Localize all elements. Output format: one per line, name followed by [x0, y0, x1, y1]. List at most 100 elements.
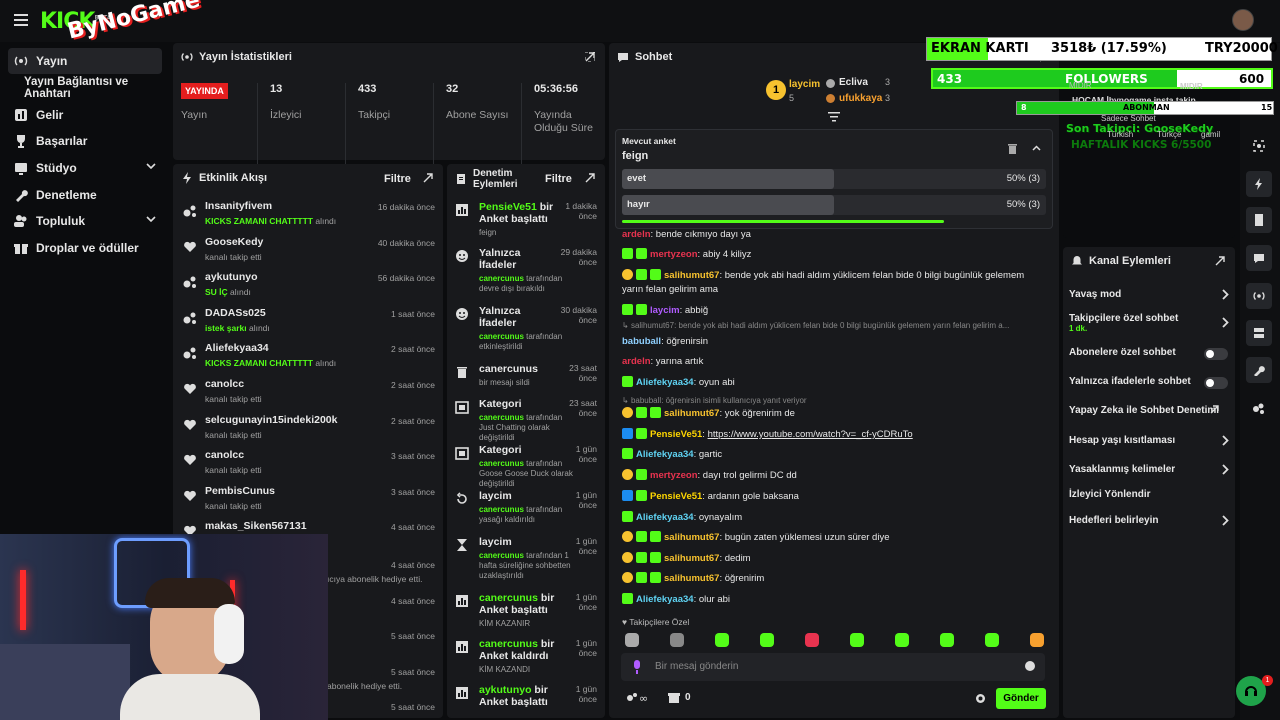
toggle-switch[interactable]	[1204, 377, 1228, 389]
channel-action-item[interactable]: Abonelere özel sohbet	[1069, 347, 1229, 361]
chat-username[interactable]: mertyzeon	[650, 249, 698, 260]
chat-message[interactable]: Aliefekyaa34: oynayalım	[622, 511, 1047, 525]
activity-item[interactable]: DADASs025 istek şarkı alındı 1 saat önce	[181, 307, 435, 339]
focus-icon[interactable]	[1253, 140, 1265, 152]
emote-icon[interactable]	[760, 633, 774, 647]
moderation-moderator[interactable]: canercunus	[479, 413, 524, 422]
chat-message[interactable]: ardeln: bende cıkmıyo dayı ya	[622, 228, 1047, 242]
chat-username[interactable]: Aliefekyaa34	[636, 512, 694, 523]
avatar[interactable]	[1232, 9, 1254, 31]
chat-username[interactable]: mertyzeon	[650, 470, 698, 481]
moderation-item[interactable]: laycim canercunus tarafından 1 hafta süre…	[455, 536, 597, 580]
chevron-up-icon[interactable]	[1032, 145, 1041, 151]
poll-option[interactable]: hayır 50% (3)	[622, 195, 1046, 215]
leader-name[interactable]: Ecliva	[839, 77, 868, 88]
moderation-actor[interactable]: canercunus	[479, 592, 538, 604]
moderation-item[interactable]: Kategori canercunus tarafından Just Chatt…	[455, 398, 597, 442]
chat-link[interactable]: https://www.youtube.com/watch?v=_cf-yCDR…	[708, 429, 913, 440]
chat-message[interactable]: laycim: abbiğ	[622, 304, 1047, 318]
activity-username[interactable]: makas_Siken567131	[205, 520, 307, 532]
moderation-moderator[interactable]: canercunus	[479, 459, 524, 468]
layout-toggle-button[interactable]	[1246, 320, 1272, 346]
activity-item[interactable]: Insanityfivem KICKS ZAMANI CHATTTTT alınd…	[181, 200, 435, 232]
emoji-icon[interactable]	[1025, 661, 1035, 671]
chat-message[interactable]: mertyzeon: dayı trol gelirmi DC dd	[622, 469, 1047, 483]
chat-username[interactable]: salihumut67	[664, 532, 719, 543]
moderation-item[interactable]: canercunus bir Anket başlattı KİM KAZANIR…	[455, 592, 597, 636]
chat-message[interactable]: salihumut67: bende yok abi hadi aldım yü…	[622, 269, 1047, 297]
chat-toggle-button[interactable]	[1246, 245, 1272, 271]
pinned-indicator-icon[interactable]	[828, 112, 840, 122]
popout-icon[interactable]	[585, 173, 595, 183]
chat-message[interactable]: salihumut67: öğrenirim	[622, 572, 1047, 586]
wrench-toggle-button[interactable]	[1246, 357, 1272, 383]
emote-icon[interactable]	[670, 633, 684, 647]
chat-message[interactable]: mertyzeon: abiy 4 kiliyz	[622, 248, 1047, 262]
activity-item[interactable]: canolcc kanalı takip etti 2 saat önce	[181, 378, 435, 410]
activity-item[interactable]: PembisCunus kanalı takip etti 3 saat önce	[181, 485, 435, 517]
activity-username[interactable]: selcugunayin15indeki200k	[205, 414, 337, 426]
moderation-moderator[interactable]: canercunus	[479, 332, 524, 341]
chat-username[interactable]: PensieVe51	[650, 429, 702, 440]
reply-context[interactable]: ↳ salihumut67: bende yok abi hadi aldım …	[622, 321, 1047, 330]
broadcast-toggle-button[interactable]	[1246, 283, 1272, 309]
kicks-icon[interactable]: ∞	[625, 692, 655, 704]
sidebar-item-studyo[interactable]: Stüdyo	[8, 155, 162, 181]
chat-username[interactable]: ardeln	[622, 229, 651, 240]
chat-message[interactable]: salihumut67: yok öğrenirim de	[622, 407, 1047, 421]
activity-item[interactable]: Aliefekyaa34 KICKS ZAMANI CHATTTTT alındı…	[181, 342, 435, 374]
moderation-item[interactable]: Kategori canercunus tarafından Goose Goos…	[455, 444, 597, 488]
chat-input[interactable]: Bir mesaj gönderin	[621, 653, 1045, 681]
activity-username[interactable]: canolcc	[205, 449, 244, 461]
activity-username[interactable]: Aliefekyaa34	[205, 342, 269, 354]
chat-message[interactable]: babuball: öğrenirsin	[622, 335, 1047, 349]
activity-username[interactable]: canolcc	[205, 378, 244, 390]
moderation-actor[interactable]: PensieVe51	[479, 201, 537, 213]
chat-username[interactable]: ardeln	[622, 356, 651, 367]
chat-settings-icon[interactable]	[975, 693, 986, 704]
chat-username[interactable]: laycim	[650, 305, 680, 316]
sidebar-item-droplar[interactable]: Droplar ve ödüller	[8, 235, 162, 261]
emote-icon[interactable]	[985, 633, 999, 647]
chat-message[interactable]: salihumut67: bugün zaten yüklemesi uzun …	[622, 531, 1047, 545]
moderation-moderator[interactable]: canercunus	[479, 274, 524, 283]
activity-username[interactable]: Insanityfivem	[205, 200, 272, 212]
sidebar-item-gelir[interactable]: Gelir	[8, 102, 162, 128]
popout-icon[interactable]	[1215, 256, 1225, 266]
activity-username[interactable]: DADASs025	[205, 307, 266, 319]
emote-icon[interactable]	[1030, 633, 1044, 647]
moderation-item[interactable]: PensieVe51 bir Anket başlattı feign 1 daki…	[455, 201, 597, 245]
toggle-switch[interactable]	[1204, 348, 1228, 360]
activity-username[interactable]: PembisCunus	[205, 485, 275, 497]
channel-action-item[interactable]: Yasaklanmış kelimeler	[1069, 464, 1229, 478]
emote-icon[interactable]	[940, 633, 954, 647]
leader-name[interactable]: laycim	[789, 79, 820, 90]
chat-username[interactable]: Aliefekyaa34	[636, 594, 694, 605]
channel-action-item[interactable]: Hedefleri belirleyin	[1069, 515, 1229, 529]
chat-message[interactable]: ardeln: yarına artık	[622, 355, 1047, 369]
sidebar-item-topluluk[interactable]: Topluluk	[8, 208, 162, 234]
moderation-filter-button[interactable]: Filtre	[545, 173, 572, 185]
activity-item[interactable]: canolcc kanalı takip etti 3 saat önce	[181, 449, 435, 481]
sidebar-item-stream-key[interactable]: Yayın Bağlantısı ve Anahtarı	[18, 75, 172, 101]
chat-message[interactable]: Aliefekyaa34: gartic	[622, 448, 1047, 462]
moderation-actor[interactable]: aykutunyo	[479, 684, 532, 696]
moderation-moderator[interactable]: canercunus	[479, 505, 524, 514]
sidebar-item-yayin[interactable]: Yayın	[8, 48, 162, 74]
activity-item[interactable]: selcugunayin15indeki200k kanalı takip ett…	[181, 414, 435, 446]
popout-icon[interactable]	[585, 52, 595, 62]
send-button[interactable]: Gönder	[996, 688, 1046, 709]
chat-username[interactable]: Aliefekyaa34	[636, 377, 694, 388]
mic-icon[interactable]	[633, 660, 641, 674]
chat-username[interactable]: Aliefekyaa34	[636, 449, 694, 460]
channel-action-item[interactable]: Yavaş mod	[1069, 289, 1229, 303]
moderation-item[interactable]: canercunus bir Anket kaldırdı KİM KAZANDI…	[455, 638, 597, 682]
chat-message[interactable]: salihumut67: dedim	[622, 552, 1047, 566]
emote-icon[interactable]	[805, 633, 819, 647]
channel-action-item[interactable]: Hesap yaşı kısıtlaması	[1069, 435, 1229, 449]
activity-toggle-button[interactable]	[1246, 171, 1272, 197]
chat-username[interactable]: salihumut67	[664, 553, 719, 564]
popout-icon[interactable]	[423, 173, 433, 183]
channel-action-item[interactable]: Yalnızca ifadelerle sohbet	[1069, 376, 1229, 390]
reply-context[interactable]: ↳ babuball: öğrenirsin isimli kullanıcıy…	[622, 396, 1047, 405]
